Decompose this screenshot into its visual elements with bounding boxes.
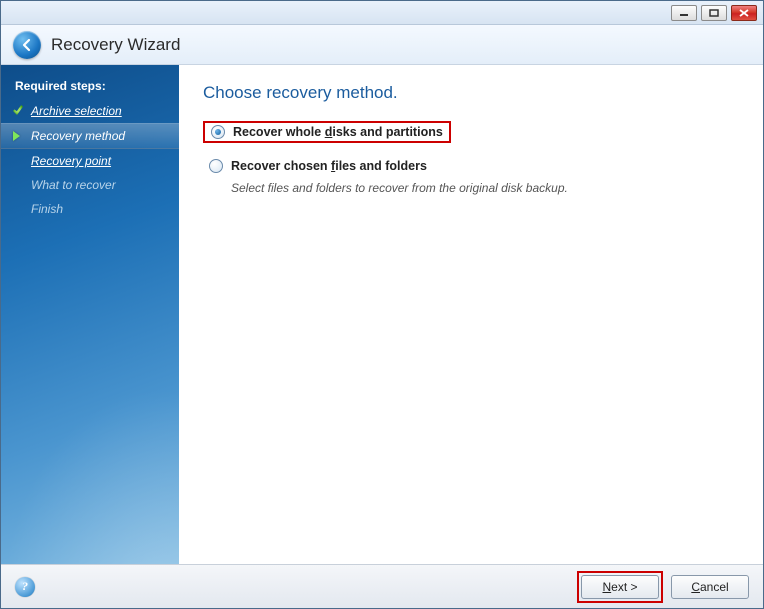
step-label: Finish bbox=[31, 202, 63, 216]
radio-icon bbox=[211, 125, 225, 139]
radio-description: Select files and folders to recover from… bbox=[231, 181, 739, 195]
radio-label: Recover whole disks and partitions bbox=[233, 125, 443, 139]
radio-recover-disks-row[interactable]: Recover whole disks and partitions bbox=[203, 121, 451, 143]
recovery-wizard-window: Recovery Wizard Required steps: Archive … bbox=[0, 0, 764, 609]
wizard-title: Recovery Wizard bbox=[51, 35, 180, 55]
wizard-footer: ? Next > Cancel bbox=[1, 564, 763, 608]
step-archive-selection[interactable]: Archive selection bbox=[1, 99, 179, 123]
step-recovery-method[interactable]: Recovery method bbox=[1, 123, 179, 149]
step-label: What to recover bbox=[31, 178, 116, 192]
main-panel: Choose recovery method. Recover whole di… bbox=[179, 65, 763, 564]
next-button-highlight: Next > bbox=[577, 571, 663, 603]
option-recover-files: Recover chosen files and folders Select … bbox=[203, 155, 739, 195]
step-finish: Finish bbox=[1, 197, 179, 221]
maximize-button[interactable] bbox=[701, 5, 727, 21]
help-button[interactable]: ? bbox=[15, 577, 35, 597]
back-button[interactable] bbox=[13, 31, 41, 59]
step-what-to-recover: What to recover bbox=[1, 173, 179, 197]
cancel-button[interactable]: Cancel bbox=[671, 575, 749, 599]
wizard-header: Recovery Wizard bbox=[1, 25, 763, 65]
step-label: Recovery point bbox=[31, 154, 111, 168]
radio-icon bbox=[209, 159, 223, 173]
wizard-body: Required steps: Archive selection Recove… bbox=[1, 65, 763, 564]
option-recover-disks: Recover whole disks and partitions bbox=[203, 121, 739, 143]
close-button[interactable] bbox=[731, 5, 757, 21]
step-label: Recovery method bbox=[31, 129, 125, 143]
step-recovery-point[interactable]: Recovery point bbox=[1, 149, 179, 173]
window-titlebar bbox=[1, 1, 763, 25]
next-button[interactable]: Next > bbox=[581, 575, 659, 599]
radio-recover-files-row[interactable]: Recover chosen files and folders bbox=[203, 155, 739, 177]
minimize-button[interactable] bbox=[671, 5, 697, 21]
main-heading: Choose recovery method. bbox=[203, 83, 739, 103]
radio-label: Recover chosen files and folders bbox=[231, 159, 427, 173]
step-label: Archive selection bbox=[31, 104, 122, 118]
sidebar: Required steps: Archive selection Recove… bbox=[1, 65, 179, 564]
sidebar-heading: Required steps: bbox=[1, 75, 179, 99]
arrow-left-icon bbox=[19, 37, 35, 53]
